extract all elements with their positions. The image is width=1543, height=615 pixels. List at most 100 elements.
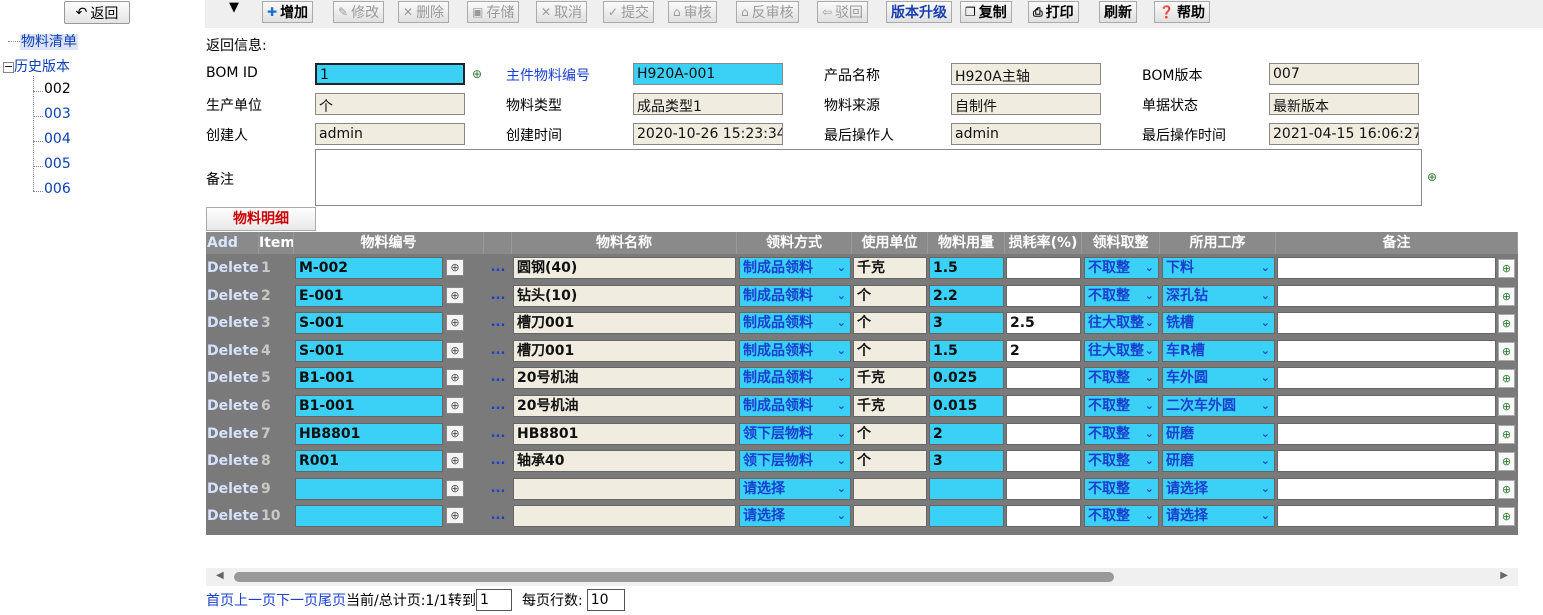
round-select[interactable]: 往大取整 ⌄ bbox=[1084, 312, 1159, 335]
method-select[interactable]: 制成品领料 ⌄ bbox=[739, 284, 851, 307]
qty-input[interactable]: 0.025 bbox=[929, 367, 1004, 390]
round-select[interactable]: 往大取整 ⌄ bbox=[1084, 339, 1159, 362]
cancel-button[interactable]: ✕ 取消 bbox=[536, 1, 588, 23]
material-name-field[interactable]: 槽刀001 bbox=[513, 339, 736, 362]
unit-field[interactable]: 个 bbox=[853, 339, 927, 362]
remark-lookup-icon[interactable]: ⊕ bbox=[1498, 369, 1515, 389]
first-page-link[interactable]: 首页 bbox=[206, 590, 234, 610]
loss-rate-input[interactable] bbox=[1006, 367, 1081, 390]
next-page-link[interactable]: 下一页 bbox=[276, 590, 318, 610]
material-name-field[interactable] bbox=[513, 505, 736, 528]
create-time-field[interactable]: 2020-10-26 15:23:34 bbox=[633, 123, 783, 145]
remark-lookup-icon[interactable]: ⊕ bbox=[1498, 259, 1515, 278]
method-select[interactable]: 请选择 ⌄ bbox=[739, 477, 851, 500]
material-select-button[interactable]: ... bbox=[484, 337, 512, 365]
remark-lookup-icon[interactable]: ⊕ bbox=[1498, 341, 1515, 361]
unit-field[interactable]: 个 bbox=[853, 312, 927, 335]
scroll-left-icon[interactable]: ◀ bbox=[216, 570, 224, 581]
row-remark-input[interactable] bbox=[1277, 395, 1496, 417]
process-select[interactable]: 请选择 ⌄ bbox=[1162, 477, 1275, 500]
unit-field[interactable] bbox=[853, 505, 927, 528]
material-source-field[interactable]: 自制件 bbox=[951, 93, 1101, 115]
qty-input[interactable] bbox=[929, 477, 1004, 500]
material-select-button[interactable]: ... bbox=[484, 392, 512, 420]
material-lookup-icon[interactable]: ⊕ bbox=[446, 479, 464, 497]
material-lookup-icon[interactable]: ⊕ bbox=[446, 286, 464, 304]
material-code-input[interactable]: B1-001 bbox=[295, 367, 443, 390]
creator-field[interactable]: admin bbox=[315, 123, 465, 145]
tab-material-detail[interactable]: 物料明细 bbox=[206, 207, 316, 231]
loss-rate-input[interactable]: 2 bbox=[1006, 339, 1081, 362]
last-page-link[interactable]: 尾页 bbox=[318, 590, 346, 610]
process-select[interactable]: 请选择 ⌄ bbox=[1162, 505, 1275, 528]
delete-row-link[interactable]: Delete bbox=[206, 447, 259, 475]
save-button[interactable]: ▣ 存储 bbox=[467, 1, 520, 23]
scroll-right-icon[interactable]: ▶ bbox=[1500, 570, 1508, 581]
material-name-field[interactable]: 圆钢(40) bbox=[513, 257, 736, 279]
material-lookup-icon[interactable]: ⊕ bbox=[446, 507, 464, 525]
edit-button[interactable]: ✎ 修改 bbox=[333, 1, 385, 23]
row-remark-input[interactable] bbox=[1277, 505, 1496, 528]
round-select[interactable]: 不取整 ⌄ bbox=[1084, 505, 1159, 528]
remark-lookup-icon[interactable]: ⊕ bbox=[1498, 452, 1515, 472]
prev-page-link[interactable]: 上一页 bbox=[234, 590, 276, 610]
loss-rate-input[interactable] bbox=[1006, 257, 1081, 279]
row-remark-input[interactable] bbox=[1277, 312, 1496, 335]
remark-lookup-icon[interactable]: ⊕ bbox=[1498, 286, 1515, 306]
material-lookup-icon[interactable]: ⊕ bbox=[446, 397, 464, 414]
delete-row-link[interactable]: Delete bbox=[206, 364, 259, 392]
qty-input[interactable]: 1.5 bbox=[929, 339, 1004, 362]
material-select-button[interactable]: ... bbox=[484, 447, 512, 475]
method-select[interactable]: 制成品领料 ⌄ bbox=[739, 257, 851, 279]
unit-field[interactable]: 个 bbox=[853, 284, 927, 307]
delete-row-link[interactable]: Delete bbox=[206, 392, 259, 420]
last-operator-field[interactable]: admin bbox=[951, 123, 1101, 145]
collapse-icon[interactable]: − bbox=[3, 61, 14, 73]
main-code-field[interactable]: H920A-001 bbox=[633, 63, 783, 85]
bom-version-field[interactable]: 007 bbox=[1269, 63, 1419, 85]
process-select[interactable]: 二次车外圆 ⌄ bbox=[1162, 395, 1275, 417]
tree-item-version[interactable]: 002 bbox=[44, 81, 71, 97]
loss-rate-input[interactable] bbox=[1006, 477, 1081, 500]
process-select[interactable]: 车R槽 ⌄ bbox=[1162, 339, 1275, 362]
round-select[interactable]: 不取整 ⌄ bbox=[1084, 477, 1159, 500]
horizontal-scrollbar[interactable]: ◀ ▶ bbox=[206, 568, 1518, 586]
row-remark-input[interactable] bbox=[1277, 450, 1496, 473]
row-remark-input[interactable] bbox=[1277, 339, 1496, 362]
delete-row-link[interactable]: Delete bbox=[206, 282, 259, 310]
unit-field[interactable]: 个 bbox=[853, 422, 927, 445]
delete-row-link[interactable]: Delete bbox=[206, 309, 259, 337]
material-select-button[interactable]: ... bbox=[484, 282, 512, 310]
remark-lookup-icon[interactable]: ⊕ bbox=[1498, 314, 1515, 334]
delete-row-link[interactable]: Delete bbox=[206, 420, 259, 448]
scrollbar-thumb[interactable] bbox=[234, 572, 1114, 582]
help-button[interactable]: ❓ 帮助 bbox=[1154, 1, 1210, 23]
tree-item-version[interactable]: 005 bbox=[44, 156, 71, 172]
loss-rate-input[interactable] bbox=[1006, 422, 1081, 445]
process-select[interactable]: 下料 ⌄ bbox=[1162, 257, 1275, 279]
lookup-icon[interactable]: ⊕ bbox=[469, 66, 485, 82]
material-name-field[interactable]: 20号机油 bbox=[513, 395, 736, 417]
unaudit-button[interactable]: ⌂ 反审核 bbox=[736, 1, 799, 23]
product-name-field[interactable]: H920A主轴 bbox=[951, 63, 1101, 85]
memo-textarea[interactable] bbox=[315, 149, 1422, 206]
material-lookup-icon[interactable]: ⊕ bbox=[446, 452, 464, 470]
material-code-input[interactable]: HB8801 bbox=[295, 422, 443, 445]
memo-lookup-icon[interactable]: ⊕ bbox=[1424, 169, 1440, 185]
material-code-input[interactable]: M-002 bbox=[295, 257, 443, 279]
material-type-field[interactable]: 成品类型1 bbox=[633, 93, 783, 115]
qty-input[interactable]: 2 bbox=[929, 422, 1004, 445]
doc-status-field[interactable]: 最新版本 bbox=[1269, 93, 1419, 115]
material-name-field[interactable]: 轴承40 bbox=[513, 450, 736, 473]
loss-rate-input[interactable]: 2.5 bbox=[1006, 312, 1081, 335]
material-select-button[interactable]: ... bbox=[484, 475, 512, 503]
qty-input[interactable]: 3 bbox=[929, 450, 1004, 473]
row-remark-input[interactable] bbox=[1277, 367, 1496, 390]
material-lookup-icon[interactable]: ⊕ bbox=[446, 341, 464, 359]
material-code-input[interactable] bbox=[295, 477, 443, 500]
round-select[interactable]: 不取整 ⌄ bbox=[1084, 257, 1159, 279]
tree-item-version[interactable]: 006 bbox=[44, 181, 71, 197]
material-lookup-icon[interactable]: ⊕ bbox=[446, 369, 464, 387]
add-button[interactable]: ✚ 增加 bbox=[262, 1, 314, 23]
loss-rate-input[interactable] bbox=[1006, 450, 1081, 473]
